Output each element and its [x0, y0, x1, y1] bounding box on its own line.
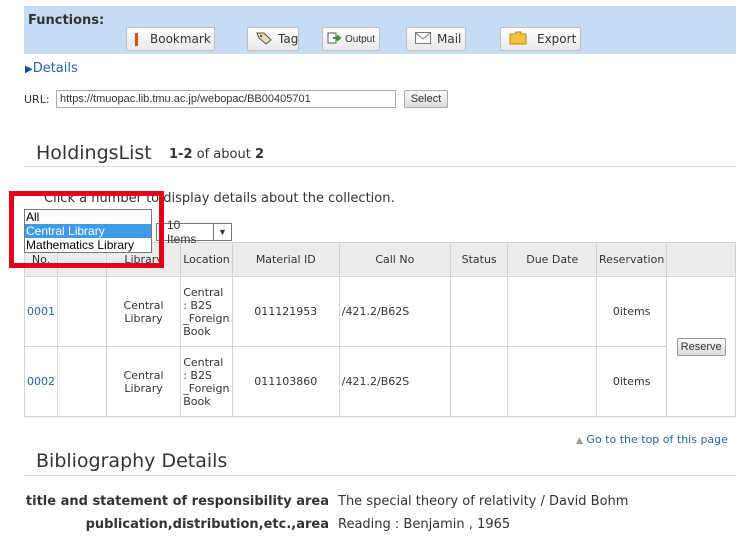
table-row: 0002 Central Library Central : B2S _Fore… — [24, 346, 736, 417]
column-header: Call No — [338, 242, 451, 277]
column-header — [666, 242, 736, 277]
divider — [24, 166, 736, 167]
functions-label: Functions: — [28, 13, 105, 28]
bookmark-icon — [135, 32, 138, 46]
triangle-right-icon: ▶ — [25, 64, 33, 75]
call-no-cell: /421.2/B62S — [338, 276, 451, 347]
mail-button[interactable]: Mail — [406, 27, 466, 51]
material-id-cell: 011121953 — [231, 276, 340, 347]
column-header: Status — [449, 242, 509, 277]
location-cell: Central : B2S _Foreign Book — [180, 346, 233, 417]
due-date-cell — [507, 276, 598, 347]
reservation-cell: 0items — [596, 346, 668, 417]
holdings-range: 1-2 of about 2 — [169, 147, 264, 162]
bib-field-label: title and statement of responsibility ar… — [25, 494, 329, 509]
export-icon — [509, 31, 527, 48]
table-row: 0001 Central Library Central : B2S _Fore… — [24, 276, 736, 417]
go-to-top-link[interactable]: ▲ Go to the top of this page — [576, 433, 728, 446]
bookmark-button[interactable]: Bookmark — [126, 27, 215, 51]
library-cell: Central Library — [105, 276, 182, 347]
mail-icon — [415, 31, 431, 47]
items-per-page-select[interactable]: 10 Items ▼ — [156, 218, 232, 246]
bib-field-value: Reading : Benjamin , 1965 — [338, 517, 511, 532]
status-cell — [449, 276, 509, 347]
reserve-button[interactable]: Reserve — [676, 337, 726, 356]
output-button[interactable]: Output — [322, 27, 380, 51]
table-cell — [57, 346, 107, 417]
status-cell — [449, 346, 509, 417]
bib-field-label: publication,distribution,etc.,area — [85, 517, 329, 532]
reserve-cell: Reserve — [666, 276, 736, 417]
holdings-title: HoldingsList — [36, 142, 152, 164]
column-header: Location — [180, 242, 233, 277]
call-no-cell: /421.2/B62S — [338, 346, 451, 417]
table-cell — [57, 276, 107, 347]
holdings-table: No. Library Location Material ID Call No… — [24, 242, 736, 417]
location-cell: Central : B2S _Foreign Book — [180, 276, 233, 347]
due-date-cell — [507, 346, 598, 417]
column-header: Due Date — [507, 242, 598, 277]
url-label: URL: — [24, 93, 50, 106]
bibliography-title: Bibliography Details — [36, 450, 228, 472]
reservation-cell: 0items — [596, 276, 668, 347]
column-header: Reservation — [596, 242, 668, 277]
material-id-cell: 011103860 — [231, 346, 340, 417]
tag-icon — [256, 31, 272, 48]
column-header: Material ID — [231, 242, 340, 277]
highlight-box — [9, 191, 164, 268]
holding-number-link[interactable]: 0001 — [27, 305, 55, 318]
library-cell: Central Library — [105, 346, 182, 417]
holding-number-link[interactable]: 0002 — [27, 375, 55, 388]
select-button[interactable]: Select — [404, 90, 448, 108]
export-button[interactable]: Export — [500, 27, 581, 51]
output-icon — [327, 32, 343, 47]
functions-bar: Functions: Bookmark Tag Output Mail Expo… — [24, 6, 736, 54]
chevron-down-icon: ▼ — [213, 224, 231, 240]
divider — [24, 475, 736, 476]
url-field[interactable] — [56, 90, 396, 108]
triangle-up-icon: ▲ — [576, 436, 583, 446]
details-toggle[interactable]: ▶Details — [25, 61, 78, 76]
bib-field-value: The special theory of relativity / David… — [338, 494, 629, 509]
tag-button[interactable]: Tag — [247, 27, 299, 51]
